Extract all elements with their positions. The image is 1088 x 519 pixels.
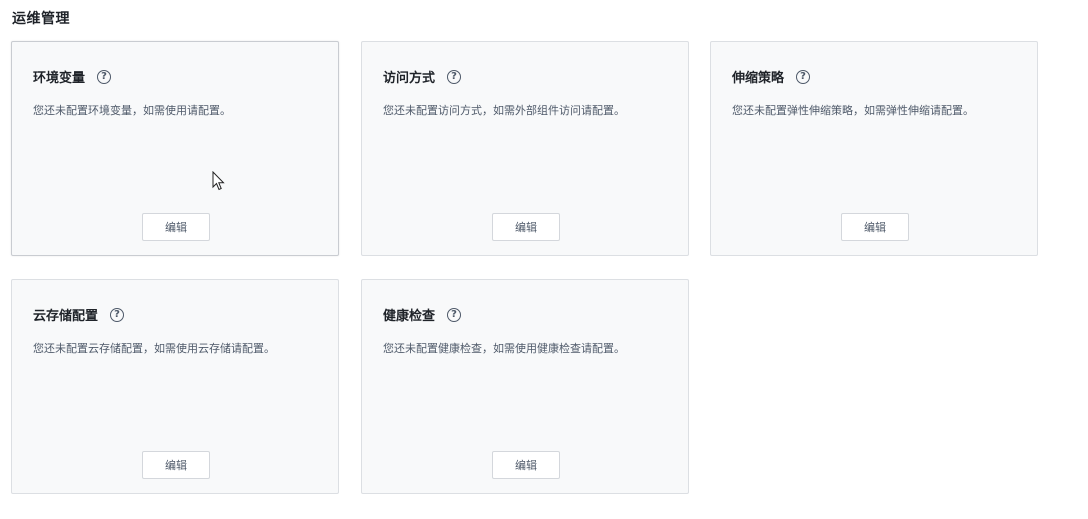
edit-button[interactable]: 编辑 (841, 213, 909, 241)
ops-management-page: 运维管理 环境变量 ? 您还未配置环境变量，如需使用请配置。 编辑 访问方式 ?… (0, 0, 1088, 519)
card-description: 您还未配置环境变量，如需使用请配置。 (33, 104, 231, 117)
card-scaling-policy: 伸缩策略 ? 您还未配置弹性伸缩策略，如需弹性伸缩请配置。 编辑 (710, 41, 1038, 256)
card-title: 云存储配置 (33, 309, 99, 324)
card-cloud-storage: 云存储配置 ? 您还未配置云存储配置，如需使用云存储请配置。 编辑 (11, 279, 339, 494)
edit-button[interactable]: 编辑 (142, 213, 210, 241)
card-header: 访问方式 ? (383, 67, 462, 86)
question-circle-icon[interactable]: ? (110, 307, 125, 322)
card-description: 您还未配置弹性伸缩策略，如需弹性伸缩请配置。 (732, 104, 974, 117)
card-title: 伸缩策略 (732, 71, 785, 86)
mouse-cursor-icon (212, 171, 225, 191)
question-circle-icon[interactable]: ? (796, 69, 811, 84)
card-title: 环境变量 (33, 71, 86, 86)
card-access-method: 访问方式 ? 您还未配置访问方式，如需外部组件访问请配置。 编辑 (361, 41, 689, 256)
question-circle-icon[interactable]: ? (447, 69, 462, 84)
section-title: 运维管理 (12, 11, 70, 27)
card-description: 您还未配置访问方式，如需外部组件访问请配置。 (383, 104, 625, 117)
card-header: 云存储配置 ? (33, 305, 125, 324)
card-header: 环境变量 ? (33, 67, 112, 86)
question-circle-icon[interactable]: ? (447, 307, 462, 322)
card-description: 您还未配置健康检查，如需使用健康检查请配置。 (383, 342, 625, 355)
card-env-vars: 环境变量 ? 您还未配置环境变量，如需使用请配置。 编辑 (11, 41, 339, 256)
edit-button[interactable]: 编辑 (492, 213, 560, 241)
card-header: 健康检查 ? (383, 305, 462, 324)
edit-button[interactable]: 编辑 (142, 451, 210, 479)
question-circle-icon[interactable]: ? (97, 69, 112, 84)
card-health-check: 健康检查 ? 您还未配置健康检查，如需使用健康检查请配置。 编辑 (361, 279, 689, 494)
edit-button[interactable]: 编辑 (492, 451, 560, 479)
card-title: 健康检查 (383, 309, 436, 324)
card-title: 访问方式 (383, 71, 436, 86)
card-header: 伸缩策略 ? (732, 67, 811, 86)
card-description: 您还未配置云存储配置，如需使用云存储请配置。 (33, 342, 275, 355)
